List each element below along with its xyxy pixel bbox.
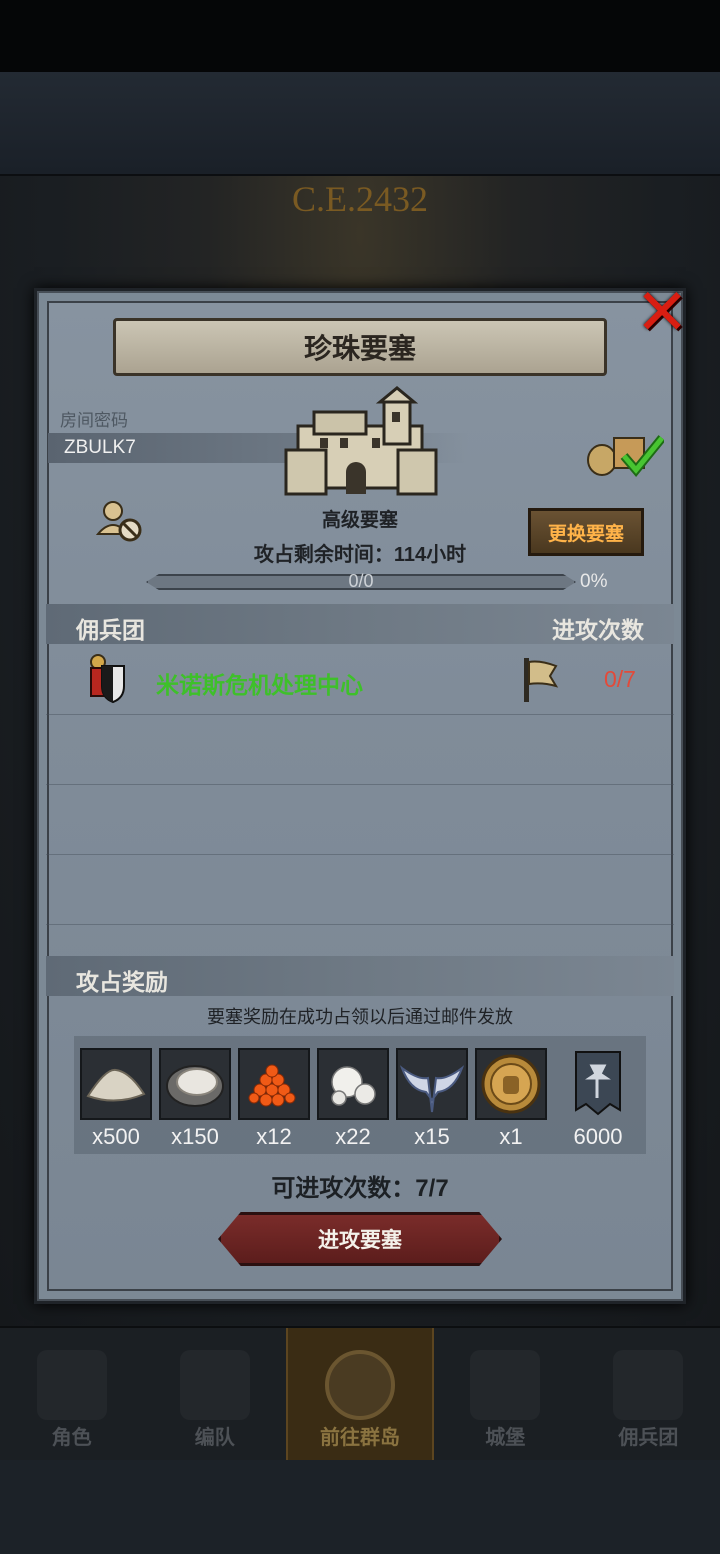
- era-text: C.E.2432: [291, 179, 428, 219]
- reward-qty: x22: [335, 1124, 371, 1149]
- supplies-check-icon: [587, 435, 664, 478]
- hide-user-icon[interactable]: [96, 500, 144, 546]
- guild-name: 米诺斯危机处理中心: [156, 672, 363, 698]
- room-code-label: 房间密码: [60, 411, 128, 430]
- reward-item[interactable]: x1: [475, 1048, 547, 1150]
- guild-shield-icon: [90, 654, 125, 704]
- reward-qty: x15: [414, 1124, 450, 1149]
- progress-percent: 0%: [580, 571, 608, 592]
- nav-label: 编队: [194, 1427, 235, 1449]
- sand-pile-icon: [80, 1048, 152, 1120]
- reward-item[interactable]: x150: [159, 1048, 231, 1150]
- ship-icon: [613, 1350, 684, 1420]
- nav-item-mercenary[interactable]: 佣兵团: [577, 1328, 720, 1460]
- header-band: [0, 72, 720, 176]
- nav-item-character[interactable]: 角色: [0, 1328, 143, 1460]
- character-icon: [36, 1350, 107, 1420]
- attack-count-header: 进攻次数: [552, 617, 644, 643]
- reward-note: 要塞奖励在成功占领以后通过邮件发放: [207, 1007, 513, 1027]
- change-fortress-button[interactable]: 更换要塞: [528, 508, 644, 556]
- reward-item[interactable]: x15: [396, 1048, 468, 1150]
- nav-item-formation[interactable]: 编队: [143, 1328, 286, 1460]
- guild-banner-icon: [562, 1048, 634, 1120]
- attacks-available: 可进攻次数：7/7: [271, 1175, 449, 1202]
- reward-item[interactable]: x12: [238, 1048, 310, 1150]
- status-bar: [0, 0, 720, 72]
- row-divider: [46, 924, 674, 925]
- reward-qty: 6000: [573, 1124, 623, 1149]
- reward-header: 攻占奖励: [76, 969, 168, 995]
- reward-qty: x1: [499, 1124, 523, 1149]
- mercenary-header: 佣兵团: [76, 617, 145, 643]
- attack-fortress-button[interactable]: 进攻要塞: [218, 1212, 502, 1266]
- fish-roe-icon: [238, 1048, 310, 1120]
- reward-qty: x12: [256, 1124, 292, 1149]
- reward-item[interactable]: x22: [317, 1048, 389, 1150]
- close-icon: ✕: [635, 276, 689, 348]
- reward-item[interactable]: x500: [80, 1048, 152, 1150]
- flag-icon: [524, 658, 559, 702]
- nav-label: 佣兵团: [618, 1427, 679, 1449]
- bottom-area: [0, 1460, 720, 1554]
- pearls-icon: [317, 1048, 389, 1120]
- bottom-nav: 角色 编队 前往群岛 城堡 佣兵团: [0, 1326, 720, 1460]
- nav-label: 角色: [51, 1427, 92, 1449]
- fortress-icon: [284, 386, 438, 496]
- nav-item-islands[interactable]: 前往群岛: [286, 1328, 434, 1460]
- castle-icon: [470, 1350, 541, 1420]
- row-divider: [46, 854, 674, 855]
- oyster-icon: [159, 1048, 231, 1120]
- guild-attack-count: 0/7: [604, 666, 636, 692]
- nav-label: 城堡: [485, 1427, 526, 1449]
- room-code-value: ZBULK7: [64, 437, 136, 458]
- fortress-type: 高级要塞: [321, 510, 398, 531]
- reward-item[interactable]: 6000: [562, 1048, 634, 1150]
- nav-item-castle[interactable]: 城堡: [434, 1328, 577, 1460]
- row-divider: [46, 714, 674, 715]
- progress-text: 0/0: [348, 571, 374, 591]
- formation-icon: [179, 1350, 250, 1420]
- close-button[interactable]: ✕: [632, 280, 692, 344]
- compass-icon: [325, 1350, 395, 1420]
- time-remaining: 攻占剩余时间：114小时: [253, 544, 467, 566]
- title-plate: 珍珠要塞: [113, 318, 607, 376]
- nav-label: 前往群岛: [320, 1427, 400, 1449]
- knight-medal-icon: [475, 1048, 547, 1120]
- reward-qty: x150: [171, 1124, 219, 1149]
- row-divider: [46, 784, 674, 785]
- reward-qty: x500: [92, 1124, 140, 1149]
- dialog-title: 珍珠要塞: [303, 333, 416, 364]
- winged-emblem-icon: [396, 1048, 468, 1120]
